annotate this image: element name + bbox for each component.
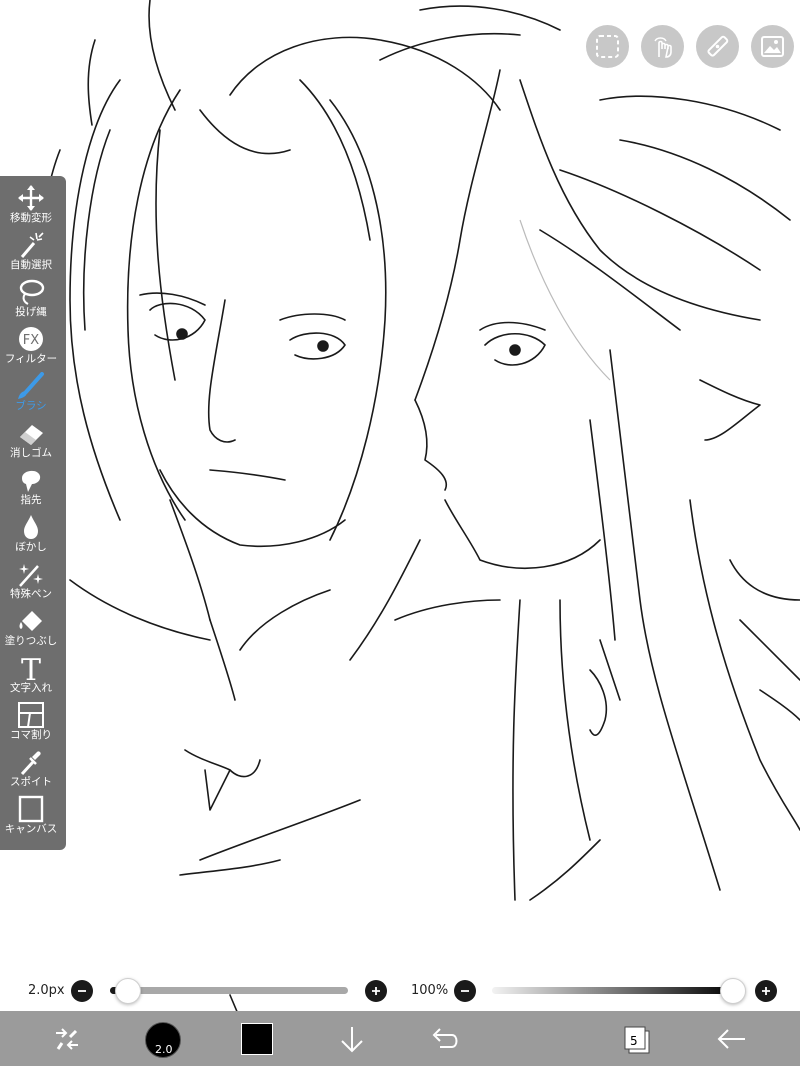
svg-text:T: T	[21, 654, 41, 682]
blur-drop-icon	[24, 515, 38, 539]
tool-label: 塗りつぶし	[4, 635, 58, 647]
brush-icon	[18, 372, 44, 399]
swap-tools-icon	[56, 1028, 78, 1050]
tool-magic-wand[interactable]: 自動選択	[0, 229, 62, 276]
layers-button[interactable]: 5	[620, 1019, 654, 1059]
tool-fill[interactable]: 塗りつぶし	[0, 605, 62, 652]
frame-divider-icon	[18, 702, 44, 728]
undo-icon	[432, 1028, 458, 1048]
ruler-button[interactable]	[696, 25, 739, 68]
tool-eyedropper[interactable]: スポイト	[0, 746, 62, 793]
finger-icon	[22, 470, 41, 492]
tool-label: コマ割り	[10, 729, 52, 741]
tool-label: キャンバス	[4, 823, 58, 835]
arrow-down-icon	[341, 1027, 363, 1053]
selection-button[interactable]	[586, 25, 629, 68]
eyedropper-icon	[20, 751, 41, 776]
gesture-button[interactable]	[641, 25, 684, 68]
brush-size-decrease-button[interactable]	[71, 980, 93, 1002]
bottom-toolbar: 2.0 5	[0, 1011, 800, 1066]
drawing-canvas[interactable]	[0, 0, 800, 1066]
tool-label: スポイト	[10, 776, 52, 788]
tool-label: フィルター	[4, 353, 58, 365]
tool-label: 移動変形	[10, 212, 52, 224]
magic-wand-icon	[20, 232, 44, 258]
brush-size-knob[interactable]	[115, 978, 141, 1004]
quick-access-button[interactable]	[50, 1019, 84, 1059]
tool-label: 指先	[20, 494, 42, 506]
tool-transform[interactable]: 移動変形	[0, 182, 62, 229]
tool-label: 投げ縄	[15, 306, 47, 318]
tool-palette: 移動変形 自動選択 投げ縄 FX フィルター ブラシ 消しゴム 指先 ぼかし 特…	[0, 176, 66, 850]
fill-bucket-icon	[19, 611, 42, 631]
undo-button[interactable]	[428, 1019, 464, 1059]
arrow-left-icon	[717, 1029, 745, 1049]
image-button[interactable]	[751, 25, 794, 68]
selection-icon	[596, 35, 619, 58]
brush-size-badge: 2.0	[155, 1043, 173, 1056]
plus-icon	[372, 987, 380, 995]
tool-label: ぼかし	[15, 541, 47, 553]
tool-lasso[interactable]: 投げ縄	[0, 276, 62, 323]
eraser-icon	[20, 425, 43, 445]
opacity-slider[interactable]	[492, 987, 736, 994]
tool-brush[interactable]: ブラシ	[0, 370, 62, 417]
plus-icon	[762, 987, 770, 995]
brush-size-value: 2.0px	[28, 983, 65, 998]
tool-finger[interactable]: 指先	[0, 464, 62, 511]
minus-icon	[78, 990, 86, 992]
opacity-decrease-button[interactable]	[454, 980, 476, 1002]
special-pen-icon	[19, 564, 43, 587]
tool-special-pen[interactable]: 特殊ペン	[0, 558, 62, 605]
ruler-icon	[707, 35, 729, 57]
brush-size-increase-button[interactable]	[365, 980, 387, 1002]
svg-text:FX: FX	[23, 333, 39, 348]
text-icon: T	[21, 654, 41, 682]
image-icon	[761, 36, 784, 57]
tool-label: ブラシ	[15, 400, 47, 412]
minus-icon	[461, 990, 469, 992]
tool-text[interactable]: T 文字入れ	[0, 652, 62, 699]
tool-frame[interactable]: コマ割り	[0, 699, 62, 746]
color-button[interactable]	[240, 1019, 274, 1059]
slider-row: 2.0px 100%	[0, 973, 800, 1009]
back-button[interactable]	[715, 1019, 749, 1059]
gesture-icon	[654, 37, 672, 58]
tool-canvas[interactable]: キャンバス	[0, 793, 62, 840]
canvas-icon	[18, 795, 44, 823]
layer-down-button[interactable]	[335, 1019, 369, 1059]
tool-eraser[interactable]: 消しゴム	[0, 417, 62, 464]
tool-filter[interactable]: FX フィルター	[0, 323, 62, 370]
opacity-increase-button[interactable]	[755, 980, 777, 1002]
current-color-swatch	[241, 1023, 273, 1055]
lasso-icon	[19, 279, 45, 305]
tool-label: 自動選択	[10, 259, 52, 271]
tool-label: 特殊ペン	[10, 588, 52, 600]
move-arrows-icon	[18, 185, 44, 211]
brush-settings-button[interactable]: 2.0	[143, 1019, 183, 1059]
opacity-knob[interactable]	[720, 978, 746, 1004]
fx-icon: FX	[19, 327, 43, 351]
tool-label: 消しゴム	[10, 447, 52, 459]
layer-count: 5	[630, 1034, 638, 1048]
brush-size-slider[interactable]	[110, 987, 348, 994]
tool-label: 文字入れ	[10, 682, 52, 694]
tool-blur[interactable]: ぼかし	[0, 511, 62, 558]
opacity-value: 100%	[411, 983, 449, 998]
